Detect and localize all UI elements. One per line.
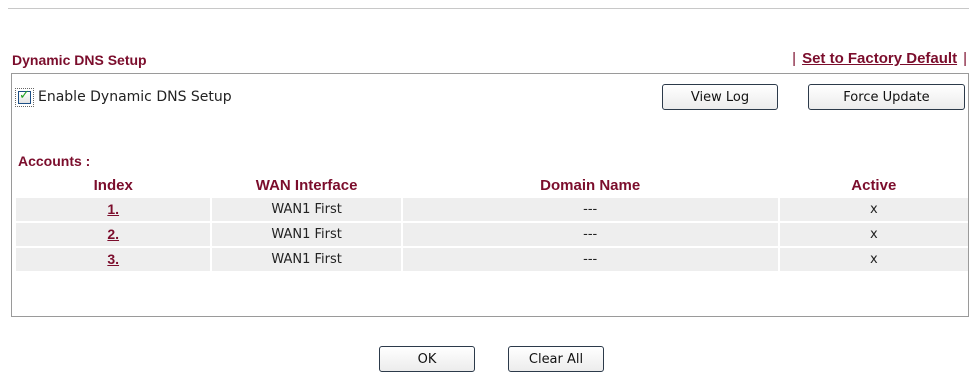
column-header-index: Index: [93, 177, 133, 194]
column-header-domain-name: Domain Name: [540, 177, 641, 194]
separator-left: |: [792, 50, 797, 67]
index-cell: 3.: [16, 248, 211, 271]
section-header: Dynamic DNS Setup | Set to Factory Defaul…: [12, 50, 969, 72]
top-divider: [8, 8, 969, 9]
wan-interface-cell: WAN1 First: [212, 198, 401, 221]
factory-default-wrap: | Set to Factory Default |: [786, 50, 967, 67]
page-title: Dynamic DNS Setup: [12, 52, 147, 68]
table-row: 2. WAN1 First --- x: [16, 223, 968, 246]
account-index-link[interactable]: 3.: [107, 251, 119, 267]
table-row: 3. WAN1 First --- x: [16, 248, 968, 271]
ok-button[interactable]: OK: [379, 346, 475, 372]
table-header-row: Index WAN Interface Domain Name Active: [16, 175, 968, 196]
accounts-label: Accounts :: [18, 153, 91, 169]
accounts-table: Index WAN Interface Domain Name Active 1…: [14, 173, 969, 273]
force-update-button[interactable]: Force Update: [808, 84, 965, 110]
column-header-active: Active: [851, 177, 897, 194]
account-index-link[interactable]: 2.: [107, 226, 119, 242]
account-index-link[interactable]: 1.: [107, 201, 119, 217]
enable-ddns-label: Enable Dynamic DNS Setup: [38, 89, 232, 105]
active-cell: x: [779, 198, 968, 221]
domain-name-cell: ---: [402, 223, 778, 246]
wan-interface-cell: WAN1 First: [212, 223, 401, 246]
index-cell: 2.: [16, 223, 211, 246]
check-mark-icon: ✓: [19, 87, 30, 103]
ddns-panel: ✓ Enable Dynamic DNS Setup View Log Forc…: [11, 73, 969, 317]
enable-ddns-row: ✓ Enable Dynamic DNS Setup: [15, 87, 232, 107]
set-factory-default-link[interactable]: Set to Factory Default: [802, 50, 957, 67]
domain-name-cell: ---: [402, 248, 778, 271]
active-cell: x: [779, 223, 968, 246]
domain-name-cell: ---: [402, 198, 778, 221]
separator-right: |: [963, 50, 967, 67]
column-header-wan-interface: WAN Interface: [255, 177, 358, 194]
table-row: 1. WAN1 First --- x: [16, 198, 968, 221]
enable-ddns-checkbox[interactable]: ✓: [15, 87, 34, 107]
view-log-button[interactable]: View Log: [662, 84, 778, 110]
active-cell: x: [779, 248, 968, 271]
clear-all-button[interactable]: Clear All: [508, 346, 604, 372]
wan-interface-cell: WAN1 First: [212, 248, 401, 271]
index-cell: 1.: [16, 198, 211, 221]
